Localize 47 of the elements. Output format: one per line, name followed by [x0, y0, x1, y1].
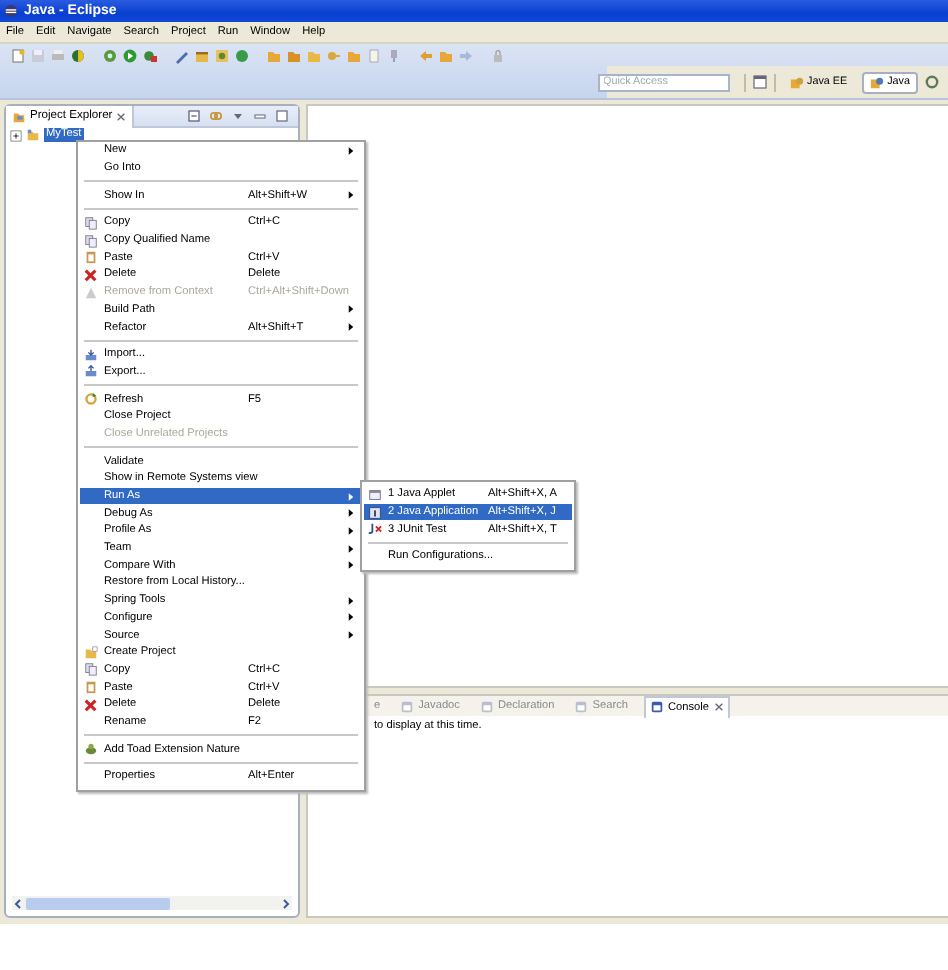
save-icon[interactable]: [30, 47, 46, 63]
refresh-icon: [84, 392, 98, 407]
copy-icon: [84, 662, 98, 677]
maximize-icon[interactable]: [274, 108, 290, 124]
link-icon[interactable]: [208, 108, 224, 124]
pin-icon[interactable]: [386, 47, 402, 63]
window-icon: [368, 487, 382, 502]
import-icon: [84, 347, 98, 362]
minimize-icon[interactable]: [252, 108, 268, 124]
expand-toggle-icon[interactable]: [10, 129, 22, 141]
open-perspective-icon[interactable]: [751, 74, 768, 90]
delete-icon: [84, 697, 98, 712]
project-folder-icon: [26, 128, 40, 142]
scroll-right-icon[interactable]: [280, 897, 292, 909]
back-arrow-icon[interactable]: [418, 47, 434, 63]
close-icon[interactable]: [116, 111, 127, 121]
window-icon: [650, 700, 664, 714]
perspective-icon: [869, 75, 884, 89]
application-icon: [368, 505, 382, 520]
eclipse-icon: [4, 4, 18, 18]
clipboard-icon: [84, 250, 98, 265]
folder-icon: [84, 645, 98, 660]
view-menu-icon[interactable]: [230, 108, 246, 124]
window-icon: [400, 699, 415, 713]
perspective-icon: [789, 75, 804, 89]
junit-icon: [368, 522, 382, 537]
package-icon[interactable]: [194, 47, 210, 63]
close-icon[interactable]: [713, 702, 724, 712]
delete-icon: [84, 267, 98, 282]
window-icon: [574, 699, 589, 713]
bug-icon[interactable]: [142, 47, 158, 63]
toad-icon: [84, 742, 98, 757]
horizontal-scrollbar[interactable]: [12, 896, 292, 910]
clipboard-icon: [84, 680, 98, 695]
scroll-left-icon[interactable]: [12, 897, 24, 909]
lock-icon[interactable]: [490, 47, 506, 63]
folder-icon: [12, 109, 26, 123]
export-icon: [84, 364, 98, 379]
window-icon: [479, 699, 494, 713]
document-icon[interactable]: [366, 47, 382, 63]
forward-arrow-icon[interactable]: [458, 47, 474, 63]
circle-icon[interactable]: [234, 47, 250, 63]
new-file-icon[interactable]: [10, 47, 26, 63]
play-icon[interactable]: [122, 47, 138, 63]
collapse-all-icon[interactable]: [186, 108, 202, 124]
triangle-icon: [84, 285, 98, 300]
key-icon[interactable]: [326, 47, 342, 63]
